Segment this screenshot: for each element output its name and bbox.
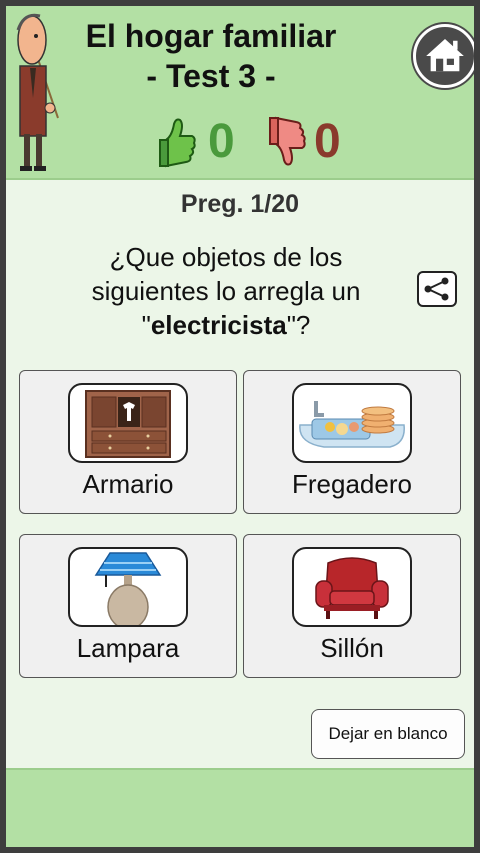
option-image xyxy=(68,547,188,627)
wardrobe-icon xyxy=(85,390,171,458)
share-button[interactable] xyxy=(417,271,457,307)
app-screen: El hogar familiar - Test 3 - 0 0 Preg. 1… xyxy=(6,6,474,847)
title-line-1: El hogar familiar xyxy=(85,18,337,54)
correct-count: 0 xyxy=(208,115,235,168)
option-sillon[interactable]: Sillón xyxy=(243,534,461,678)
question-keyword: electricista xyxy=(150,310,287,340)
footer-bar xyxy=(6,768,474,847)
header: El hogar familiar - Test 3 - 0 0 xyxy=(6,6,474,180)
share-icon xyxy=(424,277,449,301)
page-title: El hogar familiar - Test 3 - xyxy=(56,16,366,96)
title-line-2: - Test 3 - xyxy=(146,58,276,94)
question-text-after: "? xyxy=(286,310,311,340)
option-label: Lampara xyxy=(76,633,180,663)
lamp-icon xyxy=(94,552,162,625)
thumbs-up-icon xyxy=(159,118,196,168)
option-armario[interactable]: Armario xyxy=(19,370,237,514)
teacher-pointer-icon xyxy=(16,13,59,171)
home-icon xyxy=(426,38,464,72)
wrong-count: 0 xyxy=(314,115,341,168)
option-label: Fregadero xyxy=(292,469,412,499)
option-fregadero[interactable]: Fregadero xyxy=(243,370,461,514)
score-row: 0 0 xyxy=(158,112,358,172)
home-button[interactable] xyxy=(413,24,474,88)
question-text: ¿Que objetos de los siguientes lo arregl… xyxy=(56,240,396,342)
option-image xyxy=(292,383,412,463)
option-image xyxy=(292,547,412,627)
skip-button[interactable]: Dejar en blanco xyxy=(311,709,465,759)
thumbs-down-icon xyxy=(269,116,306,166)
option-label: Armario xyxy=(82,469,174,499)
option-lampara[interactable]: Lampara xyxy=(19,534,237,678)
question-counter: Preg. 1/20 xyxy=(180,190,300,218)
option-label: Sillón xyxy=(320,633,384,663)
sink-icon xyxy=(299,401,405,448)
option-image xyxy=(68,383,188,463)
armchair-icon xyxy=(315,557,389,619)
